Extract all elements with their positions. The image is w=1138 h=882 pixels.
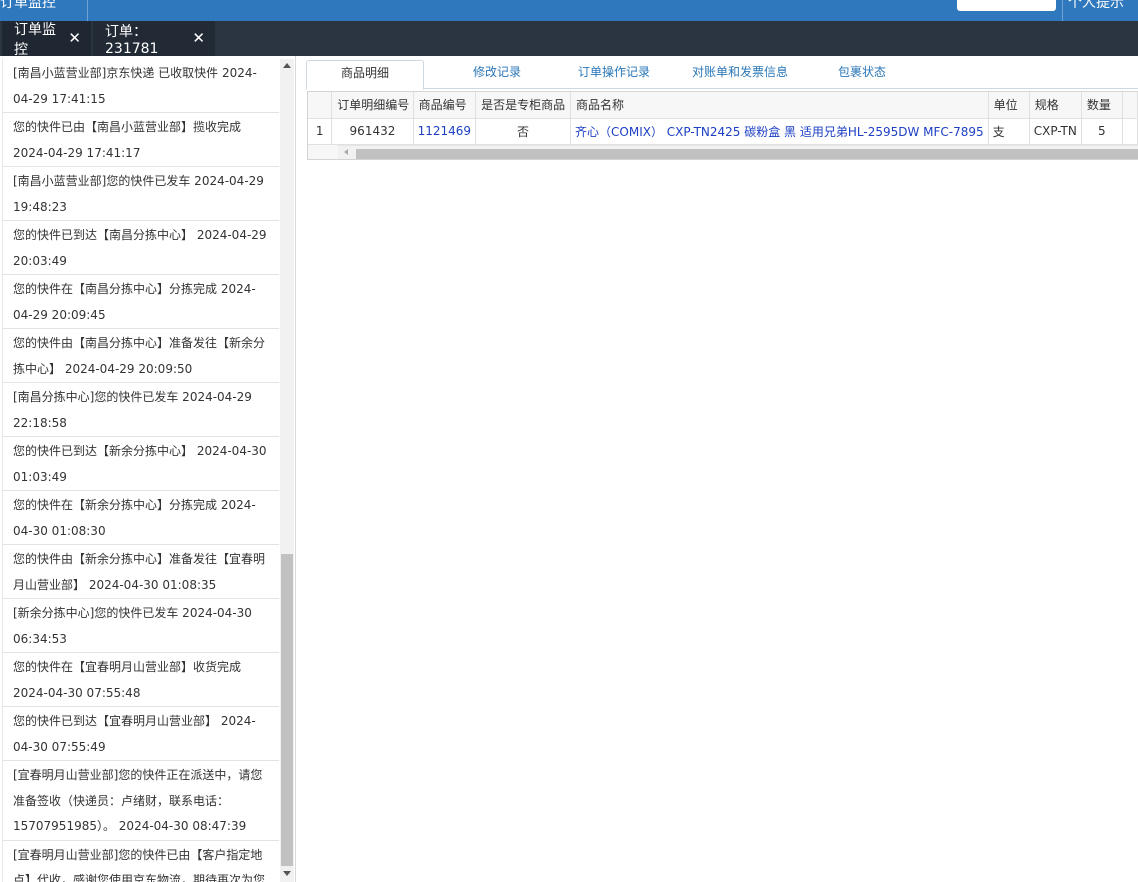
top-header-bar: 订单监控 个人提示: [0, 0, 1138, 21]
tracking-list[interactable]: [南昌小蓝营业部]京东快递 已收取快件 2024-04-29 17:41:15 …: [2, 59, 279, 882]
header-right-fragment[interactable]: 个人提示: [1068, 0, 1124, 12]
is-counter-cell: 否: [475, 118, 572, 145]
scroll-down-icon[interactable]: [283, 871, 291, 876]
row-number: 1: [308, 118, 333, 145]
unit-cell: 支: [988, 118, 1030, 145]
app-title-fragment: 订单监控: [0, 0, 56, 11]
tracking-entry: 您的快件已由【南昌小蓝营业部】揽收完成 2024-04-29 17:41:17: [2, 113, 279, 167]
tracking-entry: [南昌分拣中心]您的快件已发车 2024-04-29 22:18:58: [2, 383, 279, 437]
close-icon[interactable]: ✕: [68, 31, 81, 46]
tracking-entry: [南昌小蓝营业部]京东快递 已收取快件 2024-04-29 17:41:15: [2, 59, 279, 113]
subtab-package-status[interactable]: 包裹状态: [836, 60, 888, 89]
product-grid: 订单明细编号 商品编号 是否是专柜商品 商品名称 单位 规格 数量 1 9614…: [307, 91, 1138, 160]
tab-strip: 订单监控 ✕ 订单：231781 ✕: [0, 21, 1138, 58]
product-name-link[interactable]: 齐心（COMIX） CXP-TN2425 碳粉盒 黑 适用兄弟HL-2595DW…: [570, 118, 989, 145]
horizontal-scrollbar[interactable]: [338, 145, 1138, 159]
tracking-entry: 您的快件在【南昌分拣中心】分拣完成 2024-04-29 20:09:45: [2, 275, 279, 329]
tracking-entry: 您的快件在【新余分拣中心】分拣完成 2024-04-30 01:08:30: [2, 491, 279, 545]
scroll-up-icon[interactable]: [283, 63, 291, 68]
column-header[interactable]: 是否是专柜商品: [475, 92, 572, 119]
tracking-entry: [新余分拣中心]您的快件已发车 2024-04-30 06:34:53: [2, 599, 279, 653]
detail-subtabs: 商品明细 修改记录 订单操作记录 对账单和发票信息 包裹状态: [306, 60, 1138, 90]
scrollbar-thumb[interactable]: [281, 554, 293, 866]
table-header-row: 订单明细编号 商品编号 是否是专柜商品 商品名称 单位 规格 数量: [308, 92, 1138, 119]
column-header[interactable]: 商品名称: [570, 92, 989, 119]
tracking-entry: 您的快件在【宜春明月山营业部】收货完成 2024-04-30 07:55:48: [2, 653, 279, 707]
tracking-entry: [宜春明月山营业部]您的快件已由【客户指定地点】代收，感谢您使用京东物流，期待再…: [2, 840, 279, 882]
tracking-entry: 您的快件已到达【宜春明月山营业部】 2024-04-30 07:55:49: [2, 707, 279, 761]
tracking-entry: [宜春明月山营业部]您的快件正在派送中，请您准备签收（快递员：卢绪财，联系电话：…: [2, 761, 279, 841]
detail-id-cell: 961432: [331, 118, 414, 145]
tracking-panel: [南昌小蓝营业部]京东快递 已收取快件 2024-04-29 17:41:15 …: [0, 56, 296, 882]
row-number-header: [308, 92, 333, 119]
tab-order-monitor[interactable]: 订单监控 ✕: [2, 21, 91, 58]
close-icon[interactable]: ✕: [192, 31, 205, 46]
tab-order-detail[interactable]: 订单：231781 ✕: [93, 21, 215, 57]
subtab-change-log[interactable]: 修改记录: [464, 60, 530, 89]
column-header[interactable]: 单位: [988, 92, 1030, 119]
tab-label: 订单监控: [14, 21, 56, 58]
header-button[interactable]: [957, 0, 1056, 11]
subtab-product-detail[interactable]: 商品明细: [306, 60, 424, 90]
header-divider: [87, 0, 88, 21]
extra-cell: [1122, 118, 1138, 145]
tracking-entry: 您的快件由【新余分拣中心】准备发往【宜春明月山营业部】 2024-04-30 0…: [2, 545, 279, 599]
product-id-link[interactable]: 1121469: [413, 118, 477, 145]
scrollbar-thumb[interactable]: [356, 149, 1138, 159]
tracking-entry: 您的快件已到达【南昌分拣中心】 2024-04-29 20:03:49: [2, 221, 279, 275]
tab-label: 订单：231781: [105, 23, 159, 57]
subtab-invoice-info[interactable]: 对账单和发票信息: [688, 60, 792, 89]
product-table: 订单明细编号 商品编号 是否是专柜商品 商品名称 单位 规格 数量 1 9614…: [308, 92, 1138, 145]
tracking-entry: 您的快件已到达【新余分拣中心】 2024-04-30 01:03:49: [2, 437, 279, 491]
vertical-scrollbar[interactable]: [280, 59, 294, 882]
header-divider-2: [1062, 0, 1063, 21]
order-detail-content: 商品明细 修改记录 订单操作记录 对账单和发票信息 包裹状态 订单明细编号 商品…: [297, 56, 1138, 882]
tracking-entry: 您的快件由【南昌分拣中心】准备发往【新余分拣中心】 2024-04-29 20:…: [2, 329, 279, 383]
column-header[interactable]: 数量: [1081, 92, 1123, 119]
tracking-entry: [南昌小蓝营业部]您的快件已发车 2024-04-29 19:48:23: [2, 167, 279, 221]
grid-corner: [308, 145, 338, 159]
column-header[interactable]: 规格: [1029, 92, 1082, 119]
column-header[interactable]: 商品编号: [413, 92, 477, 119]
scroll-left-icon[interactable]: [344, 149, 348, 155]
subtab-operation-log[interactable]: 订单操作记录: [574, 60, 654, 89]
table-row[interactable]: 1 961432 1121469 否 齐心（COMIX） CXP-TN2425 …: [308, 118, 1138, 145]
spec-cell: CXP-TN: [1029, 118, 1082, 145]
column-header[interactable]: 订单明细编号: [331, 92, 414, 119]
quantity-cell: 5: [1081, 118, 1123, 145]
column-header-extra: [1122, 92, 1138, 119]
